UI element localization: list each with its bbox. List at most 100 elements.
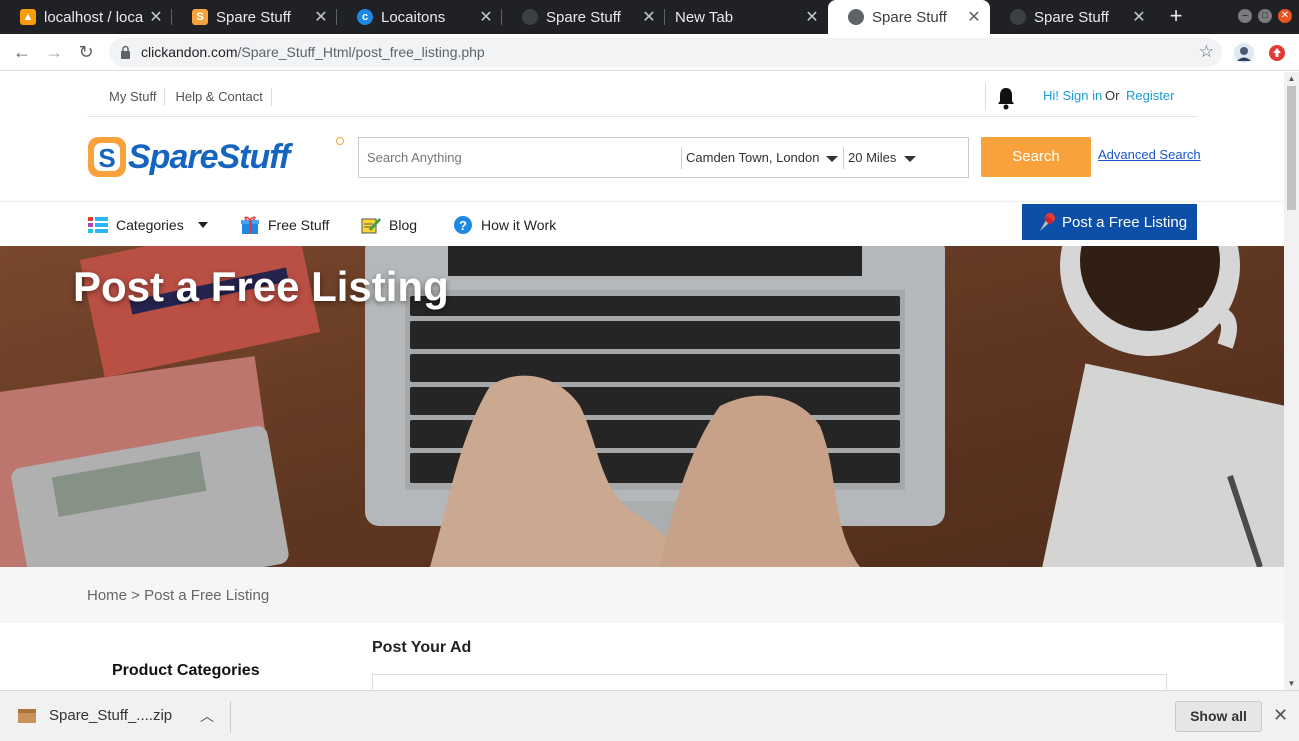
close-icon[interactable]: ✕ (311, 7, 331, 27)
top-links: My Stuff Help & Contact (87, 88, 272, 106)
globe-icon (1010, 9, 1026, 25)
url-path: /Spare_Stuff_Html/post_free_listing.php (237, 44, 485, 60)
close-icon[interactable]: ✕ (639, 7, 659, 27)
tab-title: New Tab (675, 8, 734, 26)
nav-free-stuff-label: Free Stuff (268, 217, 330, 233)
register-link[interactable]: Register (1126, 88, 1174, 103)
download-divider (230, 701, 231, 733)
browser-tab[interactable]: ▲ localhost / loca ✕ (0, 0, 172, 34)
close-icon[interactable]: ✕ (1273, 705, 1288, 726)
scroll-down-icon[interactable]: ▼ (1287, 679, 1296, 688)
close-icon[interactable]: ✕ (1129, 7, 1149, 27)
reload-icon[interactable]: ↻ (74, 41, 98, 63)
url-text: clickandon.com/Spare_Stuff_Html/post_fre… (141, 44, 485, 60)
chevron-up-icon[interactable]: ︿ (200, 706, 214, 726)
signin-link[interactable]: Hi! Sign in (1043, 88, 1102, 103)
search-bar: Camden Town, London 20 Miles (358, 137, 969, 178)
browser-tab[interactable]: New Tab ✕ (665, 0, 828, 34)
scrollbar-thumb[interactable] (1287, 86, 1296, 210)
list-icon (88, 217, 108, 233)
extension-avatar-icon[interactable] (1233, 42, 1255, 64)
radius-value: 20 Miles (848, 150, 897, 165)
sparestuff-icon: S (192, 9, 208, 25)
update-arrow-icon[interactable] (1268, 44, 1286, 62)
nav-blog[interactable]: Blog (361, 215, 417, 235)
post-ad-form (372, 674, 1167, 690)
minimize-icon[interactable]: – (1238, 9, 1252, 23)
tab-title: Spare Stuff (872, 8, 947, 26)
close-icon[interactable]: ✕ (964, 7, 984, 27)
chevron-down-icon (904, 156, 916, 162)
help-contact-link[interactable]: Help & Contact (165, 88, 272, 106)
browser-tab-active[interactable]: Spare Stuff ✕ (828, 0, 990, 34)
globe-icon (848, 9, 864, 25)
nav-how-it-work-label: How it Work (481, 217, 557, 233)
bell-icon[interactable] (996, 86, 1016, 110)
tab-title: localhost / loca (44, 8, 144, 26)
close-icon[interactable]: ✕ (476, 7, 496, 27)
gift-icon (241, 216, 259, 234)
location-select[interactable]: Camden Town, London (681, 147, 843, 169)
pushpin-icon (1040, 213, 1055, 231)
lock-icon (121, 45, 130, 59)
breadcrumb: Home > Post a Free Listing (0, 567, 1284, 623)
browser-tab[interactable]: Spare Stuff ✕ (990, 0, 1155, 34)
help-circle-icon: ? (454, 216, 472, 234)
search-button[interactable]: Search (981, 137, 1091, 177)
blog-pencil-icon (361, 218, 381, 234)
download-item[interactable]: Spare_Stuff_....zip (18, 707, 172, 724)
location-value: Camden Town, London (686, 150, 820, 165)
c-icon: c (357, 9, 373, 25)
download-filename: Spare_Stuff_....zip (49, 707, 173, 724)
browser-tab[interactable]: c Locaitons ✕ (337, 0, 502, 34)
tab-title: Spare Stuff (1034, 8, 1109, 26)
post-your-ad-heading: Post Your Ad (372, 639, 472, 656)
download-bar: Spare_Stuff_....zip ︿ Show all ✕ (0, 690, 1299, 741)
account-divider (985, 83, 986, 111)
logo-text: SpareStuff (128, 138, 290, 176)
browser-tab[interactable]: Spare Stuff ✕ (502, 0, 665, 34)
maximize-icon[interactable]: □ (1258, 9, 1272, 23)
nav-categories[interactable]: Categories (88, 215, 208, 235)
browser-tab-bar: ▲ localhost / loca ✕ S Spare Stuff ✕ c L… (0, 0, 1299, 34)
browser-tab[interactable]: S Spare Stuff ✕ (172, 0, 337, 34)
header-divider (87, 116, 1197, 117)
or-text: Or (1105, 88, 1120, 103)
svg-text:S: S (98, 143, 115, 173)
chevron-down-icon (826, 156, 838, 162)
nav-how-it-work[interactable]: ? How it Work (453, 215, 556, 235)
my-stuff-link[interactable]: My Stuff (87, 88, 166, 106)
close-icon[interactable]: ✕ (802, 7, 822, 27)
url-host: clickandon.com (141, 44, 238, 60)
tab-title: Locaitons (381, 8, 446, 26)
post-free-listing-button[interactable]: Post a Free Listing (1022, 204, 1197, 240)
tab-title: Spare Stuff (546, 8, 621, 26)
window-close-icon[interactable]: ✕ (1278, 9, 1292, 23)
advanced-search-link[interactable]: Advanced Search (1098, 147, 1201, 162)
breadcrumb-text[interactable]: Home > Post a Free Listing (87, 587, 269, 604)
close-icon[interactable]: ✕ (146, 7, 166, 27)
page-scrollbar[interactable]: ▲ ▼ (1284, 72, 1299, 690)
radius-select[interactable]: 20 Miles (843, 147, 933, 169)
nav-free-stuff[interactable]: Free Stuff (240, 215, 329, 235)
hero-title: Post a Free Listing (73, 263, 449, 310)
show-all-button[interactable]: Show all (1175, 701, 1262, 732)
bookmark-star-icon[interactable]: ☆ (1199, 42, 1214, 62)
product-categories-heading: Product Categories (112, 662, 260, 679)
search-input[interactable] (359, 138, 679, 177)
tab-title: Spare Stuff (216, 8, 291, 26)
globe-icon (522, 9, 538, 25)
address-bar[interactable]: clickandon.com/Spare_Stuff_Html/post_fre… (109, 38, 1222, 67)
chevron-down-icon (197, 222, 208, 228)
browser-toolbar: ← → ↻ clickandon.com/Spare_Stuff_Html/po… (0, 34, 1299, 71)
nav-blog-label: Blog (389, 217, 418, 233)
web-page: My Stuff Help & Contact Hi! Sign in Or R… (0, 72, 1284, 690)
phpmyadmin-icon: ▲ (20, 9, 36, 25)
nav-categories-label: Categories (116, 217, 184, 233)
svg-text:?: ? (459, 218, 467, 233)
post-button-label: Post a Free Listing (1062, 213, 1188, 231)
forward-arrow-icon[interactable]: → (42, 41, 66, 63)
new-tab-button[interactable]: + (1164, 4, 1188, 28)
back-arrow-icon[interactable]: ← (10, 41, 34, 63)
scroll-up-icon[interactable]: ▲ (1287, 74, 1296, 83)
